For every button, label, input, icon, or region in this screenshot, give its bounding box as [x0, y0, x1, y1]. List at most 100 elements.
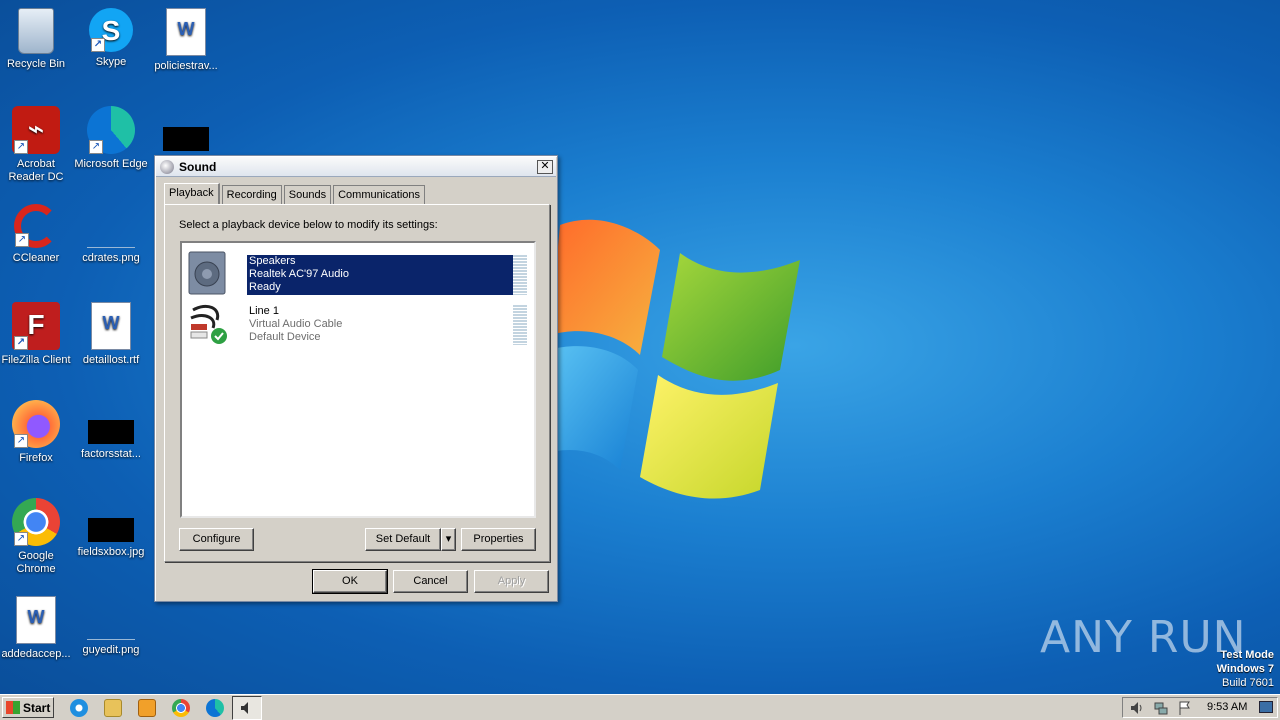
desktop-icon-label: CCleaner — [12, 252, 60, 264]
instruction-text: Select a playback device below to modify… — [179, 219, 438, 231]
edge-taskbar-icon[interactable] — [206, 699, 224, 717]
network-tray-icon[interactable] — [1153, 700, 1169, 716]
watermark-line: Test Mode — [1220, 649, 1274, 661]
tab-communications[interactable]: Communications — [333, 185, 426, 204]
windows-flag-icon — [6, 701, 20, 714]
desktop-icon-recycle-bin[interactable]: Recycle Bin — [0, 8, 74, 71]
shortcut-arrow-icon: ↗ — [14, 336, 28, 350]
desktop-icon-label: Skype — [95, 56, 127, 68]
shortcut-arrow-icon: ↗ — [14, 434, 28, 448]
desktop-icon-fieldsxbox[interactable]: fieldsxbox.jpg — [73, 498, 149, 559]
device-name: Line 1 — [249, 305, 279, 317]
start-button[interactable]: Start — [2, 697, 54, 718]
volume-tray-icon[interactable] — [1129, 700, 1145, 716]
watermark-line: Build 7601 — [1222, 677, 1274, 689]
desktop-icon-filezilla[interactable]: F ↗ FileZilla Client — [0, 302, 74, 367]
shortcut-arrow-icon: ↗ — [91, 38, 105, 52]
close-button[interactable]: ✕ — [537, 159, 553, 174]
desktop-icon-label: Microsoft Edge — [74, 158, 148, 170]
speaker-icon — [241, 702, 248, 714]
desktop-icon-detaillost[interactable]: W detaillost.rtf — [73, 302, 149, 367]
tab-strip: Playback Recording Sounds Communications — [164, 183, 427, 204]
desktop-icon-label: cdrates.png — [82, 252, 140, 264]
taskbar-clock[interactable]: 9:53 AM — [1207, 701, 1247, 713]
desktop-icon-skype[interactable]: S ↗ Skype — [73, 8, 149, 69]
desktop-icon-label: Acrobat Reader DC — [8, 158, 64, 183]
recycle-bin-icon — [18, 8, 54, 54]
redacted-thumbnail-icon — [88, 518, 134, 542]
cancel-button[interactable]: Cancel — [393, 570, 468, 593]
filezilla-icon: F ↗ — [12, 302, 60, 350]
show-desktop-icon[interactable] — [1259, 701, 1273, 713]
desktop-icon-ccleaner[interactable]: ↗ CCleaner — [0, 204, 74, 265]
system-tray: 9:53 AM — [1122, 697, 1278, 718]
device-driver: Realtek AC'97 Audio — [249, 268, 349, 280]
device-item-speakers[interactable]: Speakers Realtek AC'97 Audio Ready — [184, 247, 527, 295]
speaker-device-icon — [188, 251, 226, 295]
desktop-icon-factorsstat[interactable]: factorsstat... — [73, 400, 149, 461]
chrome-icon: ↗ — [12, 498, 60, 546]
action-center-flag-icon[interactable] — [1177, 700, 1193, 716]
tab-playback[interactable]: Playback — [164, 183, 220, 204]
set-default-dropdown-button[interactable]: ▾ — [441, 528, 456, 551]
desktop-icon-firefox[interactable]: ↗ Firefox — [0, 400, 74, 465]
desktop-icon-edge[interactable]: ↗ Microsoft Edge — [73, 106, 149, 171]
device-driver: Virtual Audio Cable — [249, 318, 343, 330]
desktop-icon-acrobat[interactable]: ⌁ ↗ Acrobat Reader DC — [0, 106, 74, 184]
word-document-icon: W — [166, 8, 206, 56]
desktop-icon-label: fieldsxbox.jpg — [77, 546, 145, 558]
device-status: Ready — [249, 281, 281, 293]
playback-panel: Select a playback device below to modify… — [164, 204, 550, 562]
properties-button[interactable]: Properties — [461, 528, 536, 551]
dialog-titlebar[interactable]: Sound ✕ — [156, 157, 556, 177]
desktop-icon-label: addedaccep... — [1, 648, 71, 660]
internet-explorer-icon[interactable] — [70, 699, 88, 717]
file-explorer-icon[interactable] — [104, 699, 122, 717]
device-text: Line 1 Virtual Audio Cable Default Devic… — [247, 305, 513, 344]
taskbar: Start 9:53 AM — [0, 694, 1280, 720]
anyrun-brand-watermark: ANY RUN — [1040, 612, 1247, 663]
device-status: Default Device — [249, 331, 321, 343]
image-file-icon — [87, 204, 135, 248]
set-default-button[interactable]: Set Default — [365, 528, 441, 551]
device-text: Speakers Realtek AC'97 Audio Ready — [247, 255, 513, 295]
firefox-icon: ↗ — [12, 400, 60, 448]
shortcut-arrow-icon: ↗ — [89, 140, 103, 154]
speaker-icon — [160, 159, 174, 174]
desktop-icon-label: FileZilla Client — [1, 354, 71, 366]
desktop-icon-label: guyedit.png — [82, 644, 140, 656]
device-name: Speakers — [249, 255, 296, 267]
tab-sounds[interactable]: Sounds — [283, 185, 332, 204]
redacted-desktop-icon — [163, 127, 209, 151]
desktop-icon-guyedit[interactable]: guyedit.png — [73, 596, 149, 657]
ok-button[interactable]: OK — [312, 569, 388, 594]
volume-level-meter — [513, 305, 527, 345]
desktop-icon-label: Recycle Bin — [6, 58, 66, 70]
desktop-icon-label: detaillost.rtf — [82, 354, 140, 366]
device-list[interactable]: Speakers Realtek AC'97 Audio Ready Line … — [180, 241, 536, 518]
shortcut-arrow-icon: ↗ — [14, 532, 28, 546]
desktop-icon-label: Google Chrome — [16, 550, 56, 575]
apply-button[interactable]: Apply — [474, 570, 549, 593]
desktop-icon-cdrates[interactable]: cdrates.png — [73, 204, 149, 265]
dialog-title: Sound — [179, 159, 217, 174]
ccleaner-icon: ↗ — [14, 204, 58, 248]
sound-dialog: Sound ✕ Playback Recording Sounds Commun… — [154, 155, 558, 602]
desktop-icon-label: factorsstat... — [81, 448, 141, 460]
chrome-taskbar-icon[interactable] — [172, 699, 190, 717]
shortcut-arrow-icon: ↗ — [15, 233, 29, 247]
taskbar-sound-window-button[interactable] — [232, 696, 262, 720]
desktop-icon-addedaccep[interactable]: W addedaccep... — [0, 596, 74, 661]
image-file-icon — [87, 596, 135, 640]
shortcut-arrow-icon: ↗ — [14, 140, 28, 154]
configure-button[interactable]: Configure — [179, 528, 254, 551]
desktop-icon-policiestrav[interactable]: W policiestrav... — [148, 8, 224, 73]
skype-icon: S ↗ — [89, 8, 133, 52]
device-item-line-1[interactable]: Line 1 Virtual Audio Cable Default Devic… — [184, 297, 527, 345]
acrobat-reader-icon: ⌁ ↗ — [12, 106, 60, 154]
tab-recording[interactable]: Recording — [221, 185, 282, 204]
desktop-icon-chrome[interactable]: ↗ Google Chrome — [0, 498, 74, 576]
desktop-icon-label: Firefox — [19, 452, 53, 464]
media-player-icon[interactable] — [138, 699, 156, 717]
watermark-line: Windows 7 — [1216, 663, 1274, 675]
